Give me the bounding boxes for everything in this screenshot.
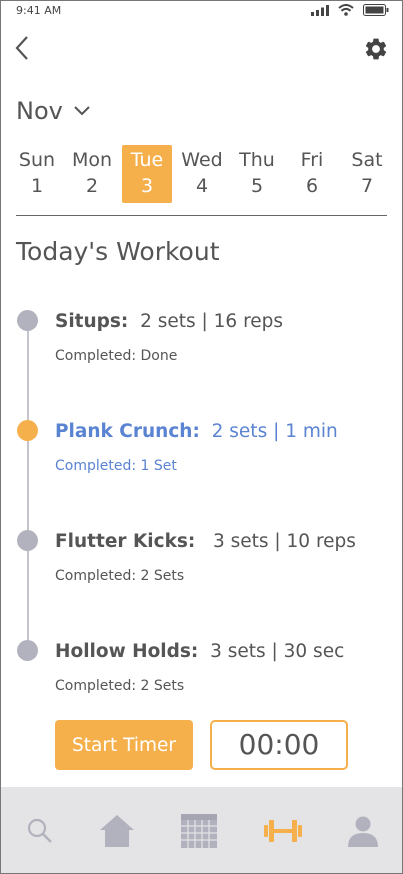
day-number: 7 [360, 175, 374, 197]
day-sun[interactable]: Sun 1 [12, 145, 62, 203]
exercise-detail: 3 sets | 10 reps [212, 531, 356, 552]
exercise-name: Situps: [55, 311, 129, 332]
wifi-icon [338, 4, 354, 16]
settings-button[interactable] [363, 36, 389, 62]
exercise-name: Flutter Kicks: [55, 531, 196, 552]
tab-calendar[interactable] [179, 811, 219, 851]
timeline-dot-active [17, 420, 38, 441]
status-time: 9:41 AM [16, 4, 62, 17]
timer-display: 00:00 [210, 720, 348, 770]
day-number: 4 [195, 175, 209, 197]
exercise-status: Completed: 2 Sets [55, 678, 185, 694]
day-number: 1 [30, 175, 44, 197]
day-number: 5 [250, 175, 264, 197]
timeline-line [27, 320, 29, 650]
day-sat[interactable]: Sat 7 [342, 145, 392, 203]
signal-icon [311, 4, 329, 16]
day-wed[interactable]: Wed 4 [177, 145, 227, 203]
dumbbell-icon [264, 820, 302, 842]
day-name: Sun [18, 149, 56, 171]
day-number: 2 [85, 175, 99, 197]
calendar-icon [181, 814, 217, 848]
day-name: Wed [181, 149, 223, 171]
day-name: Sat [351, 149, 383, 171]
day-fri[interactable]: Fri 6 [287, 145, 337, 203]
tab-workout-active[interactable] [263, 811, 303, 851]
divider [16, 215, 387, 216]
day-name: Tue [130, 149, 164, 171]
tab-search[interactable] [20, 811, 60, 851]
exercise-status: Completed: 1 Set [55, 458, 177, 474]
home-icon [100, 815, 134, 847]
timeline-dot [17, 530, 38, 551]
tab-profile[interactable] [343, 811, 383, 851]
timeline-dot [17, 310, 38, 331]
day-number: 3 [140, 175, 154, 197]
day-number: 6 [305, 175, 319, 197]
status-bar: 9:41 AM [0, 0, 403, 24]
battery-icon [363, 4, 389, 16]
exercise-name: Hollow Holds: [55, 641, 199, 662]
tab-home[interactable] [97, 811, 137, 851]
chevron-down-icon [74, 106, 90, 116]
month-label: Nov [16, 97, 63, 125]
day-name: Thu [239, 149, 275, 171]
back-button[interactable] [12, 34, 36, 62]
exercise-detail: 2 sets | 1 min [211, 421, 338, 442]
exercise-name: Plank Crunch: [55, 421, 200, 442]
gear-icon [365, 38, 387, 60]
day-mon[interactable]: Mon 2 [67, 145, 117, 203]
week-strip: Sun 1 Mon 2 Tue 3 Wed 4 Thu 5 Fri 6 Sat … [12, 145, 392, 203]
exercise-detail: 3 sets | 30 sec [210, 641, 345, 662]
day-name: Mon [71, 149, 113, 171]
timeline-dot [17, 640, 38, 661]
search-icon [27, 818, 52, 843]
day-tue-selected[interactable]: Tue 3 [122, 145, 172, 203]
day-name: Fri [300, 149, 324, 171]
exercise-detail: 2 sets | 16 reps [140, 311, 284, 332]
profile-icon [348, 816, 378, 847]
chevron-left-icon [15, 36, 28, 60]
tab-bar [1, 787, 402, 873]
day-thu[interactable]: Thu 5 [232, 145, 282, 203]
section-title: Today's Workout [16, 237, 220, 266]
start-timer-button[interactable]: Start Timer [55, 720, 193, 770]
month-selector[interactable]: Nov [16, 97, 91, 125]
exercise-status: Completed: 2 Sets [55, 568, 185, 584]
exercise-status: Completed: Done [55, 348, 178, 364]
